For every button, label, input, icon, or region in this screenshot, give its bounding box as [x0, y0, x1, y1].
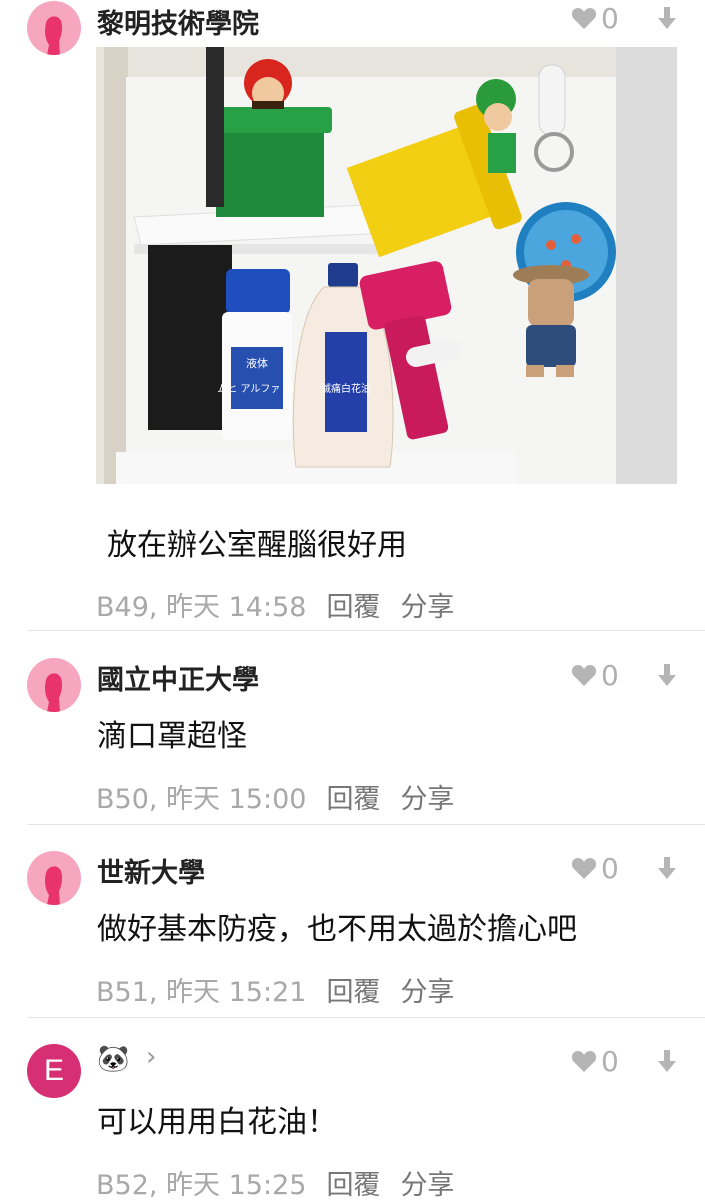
comment-body: 做好基本防疫，也不用太過於擔心吧	[97, 912, 577, 947]
share-button[interactable]: 分享	[400, 977, 454, 1008]
comment-meta: B50, 昨天 15:00 回覆 分享	[96, 777, 454, 816]
comment-meta: B49, 昨天 14:58 回覆 分享	[96, 585, 454, 624]
comment-body: 滴口罩超怪	[97, 719, 247, 754]
like-count: 0	[601, 851, 619, 885]
reply-button[interactable]: 回覆	[326, 784, 380, 815]
heart-icon	[571, 858, 597, 879]
comment-b51: 世新大學 0 做好基本防疫，也不用太過於擔心吧 B51, 昨天 15:21 回覆分…	[0, 824, 705, 1018]
floor-and-time: B49, 昨天 14:58	[96, 592, 307, 623]
like-button[interactable]: 0	[571, 658, 619, 692]
heart-icon	[571, 8, 597, 29]
heart-icon	[571, 1051, 597, 1072]
author-name[interactable]: 國立中正大學	[97, 658, 259, 697]
downvote-arrow-icon[interactable]	[654, 662, 680, 688]
comment-body: 放在辦公室醒腦很好用	[107, 528, 407, 563]
reply-button[interactable]: 回覆	[326, 977, 380, 1008]
person-silhouette-icon	[45, 866, 63, 905]
bottle-center-label: 滅痛白花油	[321, 382, 371, 395]
reply-button[interactable]: 回覆	[326, 1170, 380, 1201]
comment-meta: B52, 昨天 15:25 回覆 分享	[96, 1163, 454, 1202]
author-name[interactable]: 世新大學	[97, 851, 205, 890]
bottle-tag-text: 液体	[246, 356, 268, 370]
comment-body: 可以用用白花油！	[97, 1105, 337, 1140]
like-count: 0	[601, 658, 619, 692]
reply-button[interactable]: 回覆	[326, 592, 380, 623]
downvote-arrow-icon[interactable]	[654, 5, 680, 31]
person-silhouette-icon	[45, 16, 63, 55]
attached-photo[interactable]: 液体 ムヒ アルファ EX 滅痛白花油	[96, 47, 677, 484]
avatar[interactable]	[27, 851, 81, 905]
author-name[interactable]: 黎明技術學院	[97, 2, 259, 41]
floor-and-time: B52, 昨天 15:25	[96, 1170, 307, 1201]
like-count: 0	[601, 1044, 619, 1078]
chevron-right-icon[interactable]: ›	[146, 1042, 156, 1072]
floor-and-time: B51, 昨天 15:21	[96, 977, 307, 1008]
share-button[interactable]: 分享	[400, 1170, 454, 1201]
author-name[interactable]: 🐼	[97, 1044, 129, 1074]
heart-icon	[571, 665, 597, 686]
like-count: 0	[601, 1, 619, 35]
avatar[interactable]	[27, 658, 81, 712]
share-button[interactable]: 分享	[400, 784, 454, 815]
like-button[interactable]: 0	[571, 1044, 619, 1078]
bottle-left-label: ムヒ アルファ EX	[217, 383, 297, 395]
share-button[interactable]: 分享	[400, 592, 454, 623]
floor-and-time: B50, 昨天 15:00	[96, 784, 307, 815]
downvote-arrow-icon[interactable]	[654, 855, 680, 881]
person-silhouette-icon	[45, 673, 63, 712]
comment-meta: B51, 昨天 15:21 回覆 分享	[96, 970, 454, 1009]
like-button[interactable]: 0	[571, 851, 619, 885]
avatar[interactable]	[27, 1, 81, 55]
comment-b49: 黎明技術學院 0 液体 ムヒ アルファ EX 滅痛白花油 放在辦公室醒腦很好用 …	[0, 0, 705, 631]
photo-illustration: 液体 ムヒ アルファ EX 滅痛白花油	[96, 47, 677, 484]
comment-b50: 國立中正大學 0 滴口罩超怪 B50, 昨天 15:00 回覆 分享	[0, 631, 705, 825]
downvote-arrow-icon[interactable]	[654, 1048, 680, 1074]
like-button[interactable]: 0	[571, 1, 619, 35]
avatar[interactable]: E	[27, 1044, 81, 1098]
comment-b52: E 🐼 › 0 可以用用白花油！ B52, 昨天 15:25 回覆 分享	[0, 1017, 705, 1202]
